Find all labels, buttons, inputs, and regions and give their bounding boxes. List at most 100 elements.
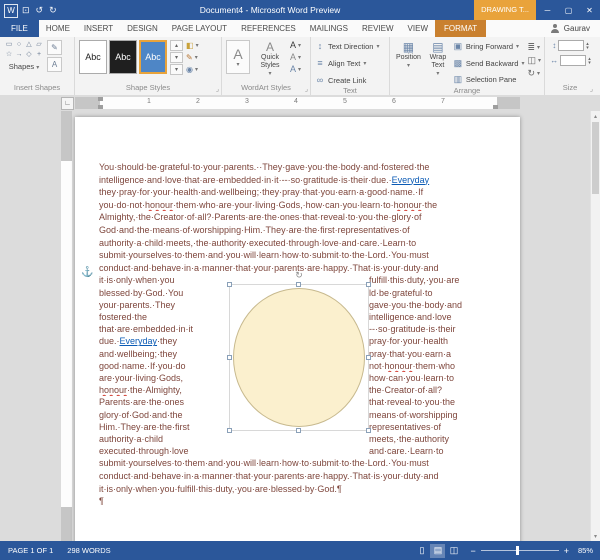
- group-objects-button[interactable]: ◫ ▾: [527, 55, 541, 66]
- dialog-launcher-icon[interactable]: ⌟: [216, 86, 219, 94]
- resize-handle-w[interactable]: [227, 354, 232, 360]
- oval-fill[interactable]: [233, 288, 365, 428]
- text-fill-button[interactable]: A ▾: [290, 40, 301, 50]
- width-stepper[interactable]: ▴ ▾: [588, 56, 591, 65]
- resize-handle-n[interactable]: [296, 282, 301, 288]
- selection-pane-button[interactable]: ▥ Selection Pane: [453, 74, 525, 85]
- shape-glyph-icon[interactable]: ▭: [4, 40, 14, 50]
- vertical-scrollbar[interactable]: ▴ ▾: [590, 111, 600, 541]
- tab-page-layout[interactable]: PAGE LAYOUT: [165, 20, 234, 37]
- save-icon[interactable]: ⊡: [22, 5, 30, 16]
- right-indent-marker[interactable]: [493, 105, 498, 109]
- tab-insert[interactable]: INSERT: [77, 20, 120, 37]
- page[interactable]: ⚓ You·should·be·grateful·to·your·parents…: [75, 117, 520, 541]
- shape-height-field[interactable]: ↕ ▴ ▾: [552, 40, 589, 51]
- caret-down-icon: ▾: [363, 60, 367, 67]
- shape-glyph-icon[interactable]: ○: [14, 40, 24, 50]
- edit-shape-icon[interactable]: ✎: [47, 40, 62, 55]
- shape-glyph-icon[interactable]: ▱: [34, 40, 44, 50]
- tab-view[interactable]: VIEW: [401, 20, 435, 37]
- web-layout-icon[interactable]: ◫: [446, 544, 461, 558]
- width-input[interactable]: [560, 55, 587, 66]
- page-text[interactable]: You·should·be·grateful·to·your·parents.·…: [99, 161, 496, 508]
- window-title: Document4 - Microsoft Word Preview: [199, 5, 341, 15]
- shape-glyph-icon[interactable]: △: [24, 40, 34, 50]
- shape-glyph-icon[interactable]: →: [14, 50, 24, 60]
- page-count[interactable]: PAGE 1 OF 1: [8, 546, 53, 555]
- resize-handle-nw[interactable]: [227, 282, 232, 288]
- scroll-down-icon[interactable]: ▾: [591, 531, 600, 541]
- tab-review[interactable]: REVIEW: [355, 20, 401, 37]
- gallery-more-icon[interactable]: ▾: [170, 64, 183, 75]
- oval-shape[interactable]: ↻: [227, 270, 371, 434]
- position-button[interactable]: ▦ Position ▾: [394, 40, 423, 70]
- anchor-icon[interactable]: ⚓: [81, 267, 93, 278]
- bring-forward-button[interactable]: ▣ Bring Forward ▾: [453, 41, 525, 52]
- resize-handle-sw[interactable]: [227, 428, 232, 434]
- quick-styles-button[interactable]: A Quick Styles ▾: [253, 40, 287, 78]
- horizontal-ruler[interactable]: 1 2 3 4 5 6 7: [75, 97, 520, 109]
- shape-glyph-icon[interactable]: +: [34, 50, 44, 60]
- contextual-tab-group-label[interactable]: DRAWING T...: [474, 0, 536, 20]
- shape-effects-button[interactable]: ◉ ▾: [186, 65, 199, 74]
- create-link-button[interactable]: ∞ Create Link: [315, 75, 379, 85]
- shape-outline-button[interactable]: ✎ ▾: [186, 53, 199, 62]
- shape-fill-button[interactable]: ◧ ▾: [186, 41, 199, 50]
- close-button[interactable]: ✕: [579, 0, 600, 20]
- document-text-line: God·and·the·means·of·worshipping·Him.·Th…: [99, 224, 410, 235]
- text-outline-button[interactable]: A ▾: [290, 52, 301, 62]
- read-mode-icon[interactable]: ▯: [414, 544, 429, 558]
- tab-references[interactable]: REFERENCES: [234, 20, 303, 37]
- word-count[interactable]: 298 WORDS: [67, 546, 110, 555]
- zoom-in-icon[interactable]: +: [564, 546, 569, 556]
- shape-style-preset-1[interactable]: Abc: [79, 40, 107, 74]
- shape-glyph-icon[interactable]: ◇: [24, 50, 34, 60]
- first-line-indent-marker[interactable]: [98, 97, 103, 101]
- align-text-button[interactable]: ≡ Align Text ▾: [315, 58, 379, 68]
- maximize-button[interactable]: ▢: [558, 0, 579, 20]
- rotate-objects-button[interactable]: ↻ ▾: [527, 68, 541, 79]
- left-indent-marker[interactable]: [98, 105, 103, 109]
- dialog-launcher-icon[interactable]: ⌟: [590, 86, 593, 94]
- minimize-button[interactable]: ─: [537, 0, 558, 20]
- shapes-gallery-button[interactable]: ▭ ○ △ ▱ ☆ → ◇ + Shapes ▾: [4, 40, 44, 71]
- text-direction-button[interactable]: ↕ Text Direction ▾: [315, 41, 380, 51]
- zoom-slider[interactable]: [480, 546, 559, 555]
- scroll-up-icon[interactable]: ▴: [591, 111, 600, 121]
- zoom-out-icon[interactable]: −: [470, 546, 475, 556]
- undo-icon[interactable]: ↺: [36, 5, 44, 16]
- vertical-ruler[interactable]: [61, 111, 72, 541]
- print-layout-icon[interactable]: ▤: [430, 543, 446, 558]
- gallery-up-icon[interactable]: ▴: [170, 40, 183, 51]
- send-backward-button[interactable]: ▩ Send Backward ▾: [453, 58, 525, 69]
- height-stepper[interactable]: ▴ ▾: [586, 41, 589, 50]
- wordart-gallery-button[interactable]: A ▾: [226, 40, 250, 74]
- height-input[interactable]: [558, 40, 585, 51]
- tab-format[interactable]: FORMAT: [435, 20, 487, 37]
- shape-glyph-icon[interactable]: ☆: [4, 50, 14, 60]
- shape-width-field[interactable]: ↔ ▴ ▾: [550, 55, 591, 66]
- tab-home[interactable]: HOME: [39, 20, 77, 37]
- rotate-handle-icon[interactable]: ↻: [295, 270, 303, 280]
- dialog-launcher-icon[interactable]: ⌟: [305, 86, 308, 94]
- scrollbar-thumb[interactable]: [592, 122, 599, 194]
- redo-icon[interactable]: ↻: [49, 5, 57, 16]
- shape-style-preset-3[interactable]: Abc: [139, 40, 167, 74]
- wrap-text-button[interactable]: ▤ Wrap Text ▾: [426, 40, 450, 78]
- account-area[interactable]: Gaurav: [551, 20, 600, 37]
- draw-text-box-icon[interactable]: A: [47, 57, 62, 72]
- resize-handle-se[interactable]: [366, 428, 371, 434]
- align-objects-button[interactable]: ≣ ▾: [527, 42, 541, 53]
- resize-handle-e[interactable]: [366, 354, 371, 360]
- tab-design[interactable]: DESIGN: [120, 20, 165, 37]
- resize-handle-s[interactable]: [296, 428, 301, 434]
- zoom-level[interactable]: 85%: [578, 546, 593, 555]
- tab-mailings[interactable]: MAILINGS: [303, 20, 355, 37]
- resize-handle-ne[interactable]: [366, 282, 371, 288]
- text-effects-button[interactable]: A ▾: [290, 64, 301, 74]
- zoom-slider-thumb[interactable]: [515, 546, 519, 555]
- shape-style-preset-2[interactable]: Abc: [109, 40, 137, 74]
- tab-stop-selector[interactable]: ∟: [61, 97, 74, 110]
- tab-file[interactable]: FILE: [0, 20, 39, 37]
- gallery-down-icon[interactable]: ▾: [170, 52, 183, 63]
